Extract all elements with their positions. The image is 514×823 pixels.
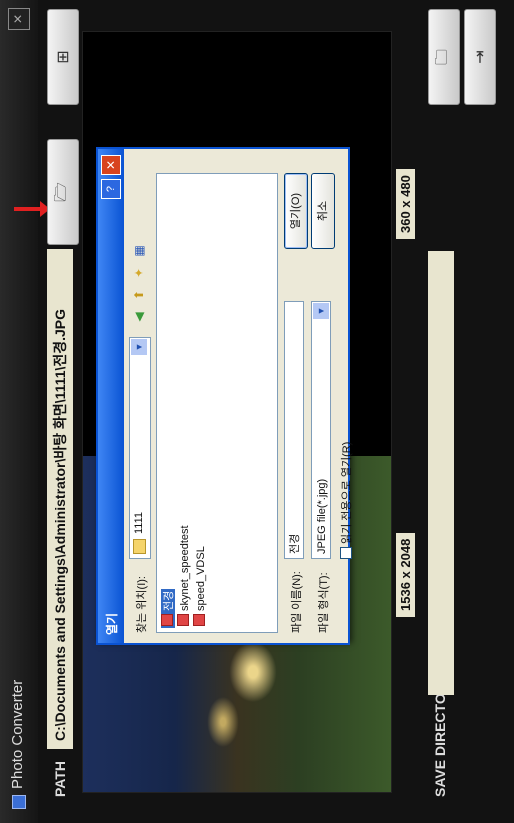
original-size-label: 1536 x 2048	[396, 532, 415, 617]
chevron-down-icon[interactable]: ▼	[313, 303, 329, 319]
dialog-close-button[interactable]: ✕	[101, 155, 121, 175]
screenshot-stage: Photo Converter × PATH C:\Documents and …	[0, 0, 514, 823]
converted-size-label: 360 x 480	[396, 169, 415, 239]
title-bar: Photo Converter ×	[0, 0, 38, 823]
up-folder-icon[interactable]: ⬆	[131, 287, 147, 303]
open-button[interactable]: 열기(O)	[284, 173, 308, 249]
save-directory-field[interactable]	[428, 251, 454, 695]
file-type-label: 파일 형식(T):	[318, 572, 330, 633]
list-item[interactable]: speed_VDSL	[193, 544, 207, 628]
path-field[interactable]: C:\Documents and Settings\Administrator\…	[47, 249, 73, 749]
browse-folder-button[interactable]: 🗀	[428, 9, 460, 105]
list-item[interactable]: 전경	[161, 588, 175, 628]
dialog-title: 열기	[105, 612, 119, 635]
red-arrow-annotation	[14, 207, 44, 211]
open-file-button[interactable]: 🗁	[47, 139, 79, 245]
open-file-dialog: 열기 ? ✕ 찾는 위치(I): 1111 ▼ ◀ ⬆ ✦ ▦ 전경 skyne…	[96, 147, 353, 645]
export-icon: ⇥	[472, 50, 489, 64]
checkbox-box[interactable]	[340, 547, 352, 559]
help-button[interactable]: ?	[101, 179, 121, 199]
folder-icon	[133, 539, 146, 554]
add-file-button[interactable]: ⊞	[47, 9, 79, 105]
app-title: Photo Converter	[9, 679, 26, 789]
close-icon[interactable]: ×	[8, 8, 30, 30]
convert-save-button[interactable]: ⇥	[464, 9, 496, 105]
list-item[interactable]: skynet_speedtest	[177, 523, 191, 628]
new-folder-icon[interactable]: ✦	[131, 265, 147, 281]
file-type-value: JPEG file(*.jpg)	[316, 478, 328, 554]
image-file-icon	[161, 614, 173, 626]
view-menu-icon[interactable]: ▦	[131, 243, 147, 259]
look-in-label: 찾는 위치(I):	[136, 576, 148, 633]
file-name-label: 파일 이름(N):	[291, 571, 303, 633]
chevron-down-icon[interactable]: ▼	[131, 339, 147, 355]
back-icon[interactable]: ◀	[131, 309, 147, 325]
file-name-input[interactable]: 전경	[284, 301, 304, 559]
image-file-icon	[193, 614, 205, 626]
look-in-value: 1111	[133, 511, 145, 534]
file-list: 전경 skynet_speedtest speed_VDSL	[156, 173, 278, 633]
add-image-icon: ⊞	[55, 50, 72, 64]
dialog-title-bar: 열기 ? ✕	[98, 149, 124, 643]
folder-open-icon: 🗁	[52, 182, 70, 202]
cancel-button[interactable]: 취소	[311, 173, 335, 249]
app-icon	[12, 795, 26, 809]
image-file-icon	[177, 614, 189, 626]
look-in-select[interactable]: 1111 ▼	[129, 337, 151, 559]
read-only-checkbox[interactable]: 읽기 전용으로 열기(R)	[338, 442, 354, 559]
file-type-select[interactable]: JPEG file(*.jpg) ▼	[311, 301, 331, 559]
read-only-label: 읽기 전용으로 열기(R)	[341, 441, 353, 544]
photo-converter-window: Photo Converter × PATH C:\Documents and …	[0, 0, 514, 823]
folder-icon: 🗀	[433, 48, 451, 66]
path-label: PATH	[52, 760, 68, 797]
